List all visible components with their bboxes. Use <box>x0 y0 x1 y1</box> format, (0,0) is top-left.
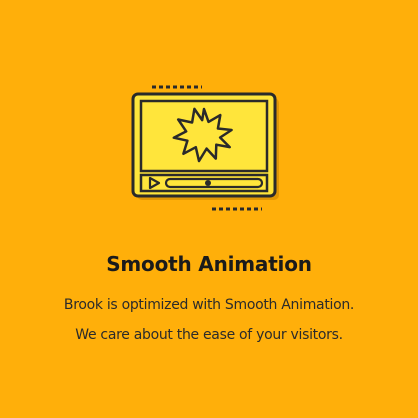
video-player-icon <box>130 80 290 220</box>
feature-title: Smooth Animation <box>106 252 312 276</box>
description-line: Brook is optimized with Smooth Animation… <box>63 297 355 313</box>
feature-card: Smooth Animation Brook is optimized with… <box>0 0 418 418</box>
description-line: We care about the ease of your visitors. <box>75 327 343 343</box>
feature-description: Brook is optimized with Smooth Animation… <box>0 290 418 350</box>
